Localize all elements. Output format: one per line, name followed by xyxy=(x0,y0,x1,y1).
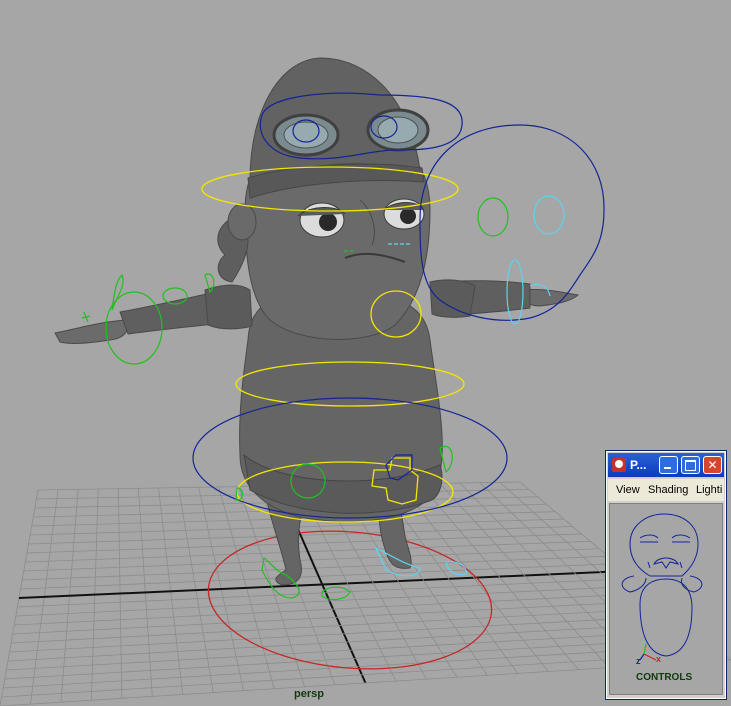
right-eye-cyan-control[interactable] xyxy=(533,195,565,235)
maximize-icon xyxy=(685,460,696,471)
menu-shading[interactable]: Shading xyxy=(648,484,688,496)
menu-lighting[interactable]: Lighti xyxy=(696,484,722,496)
body-control-outline[interactable] xyxy=(639,578,693,657)
axis-x-label: x xyxy=(656,654,661,664)
grid-line xyxy=(6,629,696,671)
controls-viewport[interactable]: x z CONTROLS xyxy=(609,503,723,695)
controls-panel-window[interactable]: P... ✕ View Shading Lighti x z CONTROLS xyxy=(605,450,727,700)
maximize-button[interactable] xyxy=(681,456,700,474)
camera-label: persp xyxy=(294,688,324,700)
face-controls-diagram[interactable]: x z xyxy=(610,504,722,694)
left-eye-green-control[interactable] xyxy=(477,197,509,237)
maya-icon xyxy=(612,458,626,472)
face-control-outline[interactable] xyxy=(629,513,699,577)
close-button[interactable]: ✕ xyxy=(703,456,722,474)
grid-line xyxy=(4,637,705,680)
minimize-button[interactable] xyxy=(659,456,678,474)
grid-line xyxy=(15,585,644,617)
menu-view[interactable]: View xyxy=(616,484,640,496)
panel-menubar: View Shading Lighti xyxy=(608,479,724,501)
grid-line xyxy=(17,578,635,608)
minimize-icon xyxy=(664,467,671,469)
panel-titlebar[interactable]: P... ✕ xyxy=(608,453,724,477)
panel-title: P... xyxy=(630,458,647,472)
grid-line xyxy=(14,592,652,626)
grid-line xyxy=(12,600,661,635)
persp-viewport[interactable]: persp P... ✕ View Shading Lighti x z CON… xyxy=(0,0,731,706)
axis-z-label: z xyxy=(636,656,641,666)
close-icon: ✕ xyxy=(707,458,718,472)
controls-label: CONTROLS xyxy=(636,672,693,683)
